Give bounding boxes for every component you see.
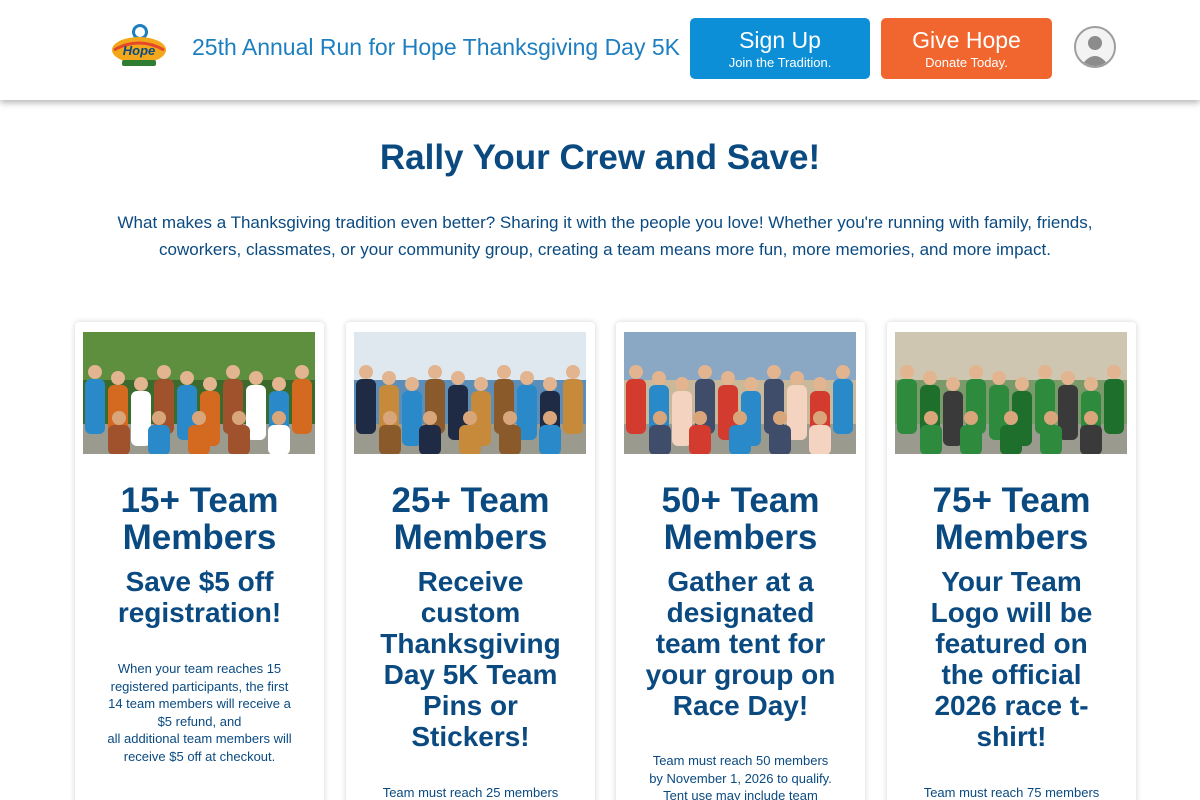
tier-heading: 50+ Team Members: [622, 482, 859, 556]
tier-note: Team must reach 50 members by November 1,…: [630, 752, 851, 800]
team-tier-card: 15+ Team Members Save $5 off registration! W…: [75, 322, 324, 800]
tier-perk-line: the official: [941, 659, 1082, 690]
tier-perk: Receive custom Thanksgiving Day 5K Team Pins…: [356, 566, 585, 752]
sign-up-button[interactable]: Sign Up Join the Tradition.: [690, 18, 870, 79]
sign-up-label: Sign Up: [739, 26, 821, 53]
give-hope-button[interactable]: Give Hope Donate Today.: [881, 18, 1052, 79]
tier-perk-line: designated: [666, 597, 815, 628]
tier-perk-line: custom: [420, 597, 521, 628]
site-title[interactable]: 25th Annual Run for Hope Thanksgiving Da…: [192, 34, 680, 61]
intro-paragraph: What makes a Thanksgiving tradition even…: [90, 209, 1120, 263]
page-title: Rally Your Crew and Save!: [379, 138, 821, 177]
tier-perk: Save $5 off registration!: [85, 566, 314, 628]
tier-perk-line: Stickers!: [411, 721, 530, 752]
tier-perk-line: Gather at a: [667, 566, 814, 597]
intro-line-2: coworkers, classmates, or your community…: [159, 240, 1051, 259]
tier-perk-line: shirt!: [976, 721, 1047, 752]
tier-perk: Your Team Logo will be featured on the offi…: [897, 566, 1126, 752]
tier-heading-line: 50+ Team: [661, 481, 820, 520]
tier-note-line: registered participants, the first: [110, 678, 289, 694]
tier-perk-line: Logo will be: [930, 597, 1093, 628]
tier-perk: Gather at a designated team tent for your g…: [626, 566, 855, 721]
tier-heading-line: Members: [663, 518, 818, 557]
tier-perk-line: Thanksgiving: [380, 628, 561, 659]
intro-line-1: What makes a Thanksgiving tradition even…: [117, 213, 1093, 232]
svg-text:Hope: Hope: [123, 43, 156, 58]
tier-perk-line: Day 5K Team: [383, 659, 558, 690]
tier-note-line: When your team reaches 15: [117, 661, 282, 676]
tier-heading: 15+ Team Members: [81, 482, 318, 556]
tier-heading: 75+ Team Members: [893, 482, 1130, 556]
user-avatar-icon[interactable]: [1074, 26, 1116, 68]
tier-perk-line: Receive: [417, 566, 524, 597]
tier-heading-line: Members: [393, 518, 548, 557]
team-photo: [895, 332, 1127, 454]
tier-perk-line: your group on: [645, 659, 836, 690]
tier-heading-line: Members: [122, 518, 277, 557]
tier-note-line: by November 1, 2026 to qualify.: [649, 770, 832, 786]
team-photo: [354, 332, 586, 454]
team-photo: [83, 332, 315, 454]
tier-heading: 25+ Team Members: [352, 482, 589, 556]
give-hope-sublabel: Donate Today.: [925, 54, 1008, 70]
tier-note-line: receive $5 off at checkout.: [123, 748, 276, 764]
tier-note-line: Team must reach 75 members: [923, 785, 1100, 800]
give-hope-label: Give Hope: [912, 26, 1021, 53]
team-tier-card: 25+ Team Members Receive custom Thanksgiving…: [346, 322, 595, 800]
tier-note-line: Team must reach 50 members: [652, 753, 829, 768]
tier-note: When your team reaches 15 registered part…: [89, 660, 310, 766]
tier-note-line: 14 team members will receive a: [108, 696, 291, 712]
team-tier-card: 75+ Team Members Your Team Logo will be feat…: [887, 322, 1136, 800]
tier-perk-line: team tent for: [655, 628, 826, 659]
tier-perk-line: Your Team: [941, 566, 1082, 597]
tier-heading-line: 75+ Team: [932, 481, 1091, 520]
tier-heading-line: 15+ Team: [120, 481, 279, 520]
tier-note: Team must reach 25 members: [360, 784, 581, 800]
tier-perk-line: Save $5 off: [125, 566, 274, 597]
tier-perk-line: registration!: [117, 597, 282, 628]
tier-perk-line: Pins or: [423, 690, 518, 721]
site-header: Hope 25th Annual Run for Hope Thanksgivi…: [0, 0, 1200, 100]
tier-heading-line: Members: [934, 518, 1089, 557]
run-for-hope-logo[interactable]: Hope: [110, 22, 168, 70]
team-tier-card: 50+ Team Members Gather at a designated team…: [616, 322, 865, 800]
tier-note: Team must reach 75 members: [901, 784, 1122, 800]
sign-up-sublabel: Join the Tradition.: [728, 54, 832, 70]
tier-note-line: Tent use may include team: [663, 788, 818, 800]
tier-perk-line: 2026 race t-: [934, 690, 1089, 721]
team-photo: [624, 332, 856, 454]
tier-note-line: $5 refund, and: [157, 713, 242, 729]
tier-heading-line: 25+ Team: [391, 481, 550, 520]
tier-note-line: Team must reach 25 members: [382, 785, 559, 800]
tier-perk-line: Race Day!: [672, 690, 809, 721]
tier-perk-line: featured on: [935, 628, 1088, 659]
tier-note-line: all additional team members will: [107, 731, 292, 747]
